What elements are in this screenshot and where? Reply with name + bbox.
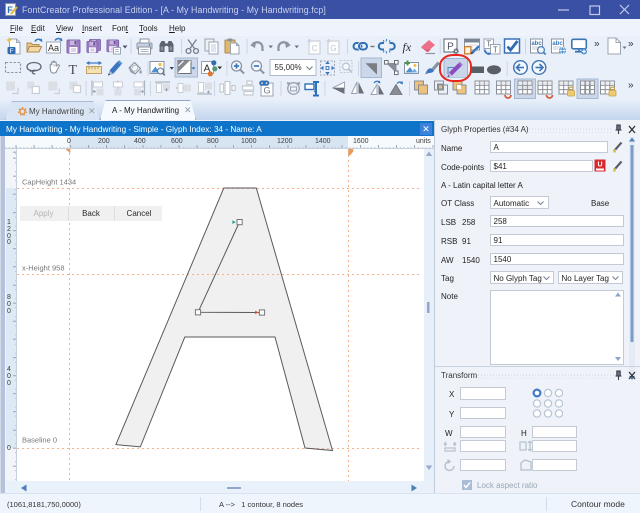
svg-text:C: C	[312, 44, 318, 53]
svg-text:Baseline 0: Baseline 0	[22, 436, 57, 445]
svg-text:T: T	[69, 63, 78, 78]
svg-text:fx: fx	[403, 40, 412, 54]
svg-text:Aa: Aa	[48, 43, 59, 53]
svg-text:»: »	[628, 80, 634, 91]
svg-text:U: U	[597, 162, 602, 169]
svg-text:x-Height 958: x-Height 958	[22, 264, 65, 273]
svg-text:CapHeight 1434: CapHeight 1434	[22, 178, 76, 187]
svg-text:55,00%: 55,00%	[275, 63, 302, 72]
svg-text:F: F	[10, 48, 14, 55]
svg-text:G: G	[263, 86, 270, 96]
svg-text:»: »	[594, 39, 600, 50]
svg-text:T: T	[493, 45, 498, 54]
svg-text:abc: abc	[552, 41, 563, 47]
svg-text:»: »	[628, 39, 634, 50]
svg-text:G: G	[330, 44, 336, 53]
